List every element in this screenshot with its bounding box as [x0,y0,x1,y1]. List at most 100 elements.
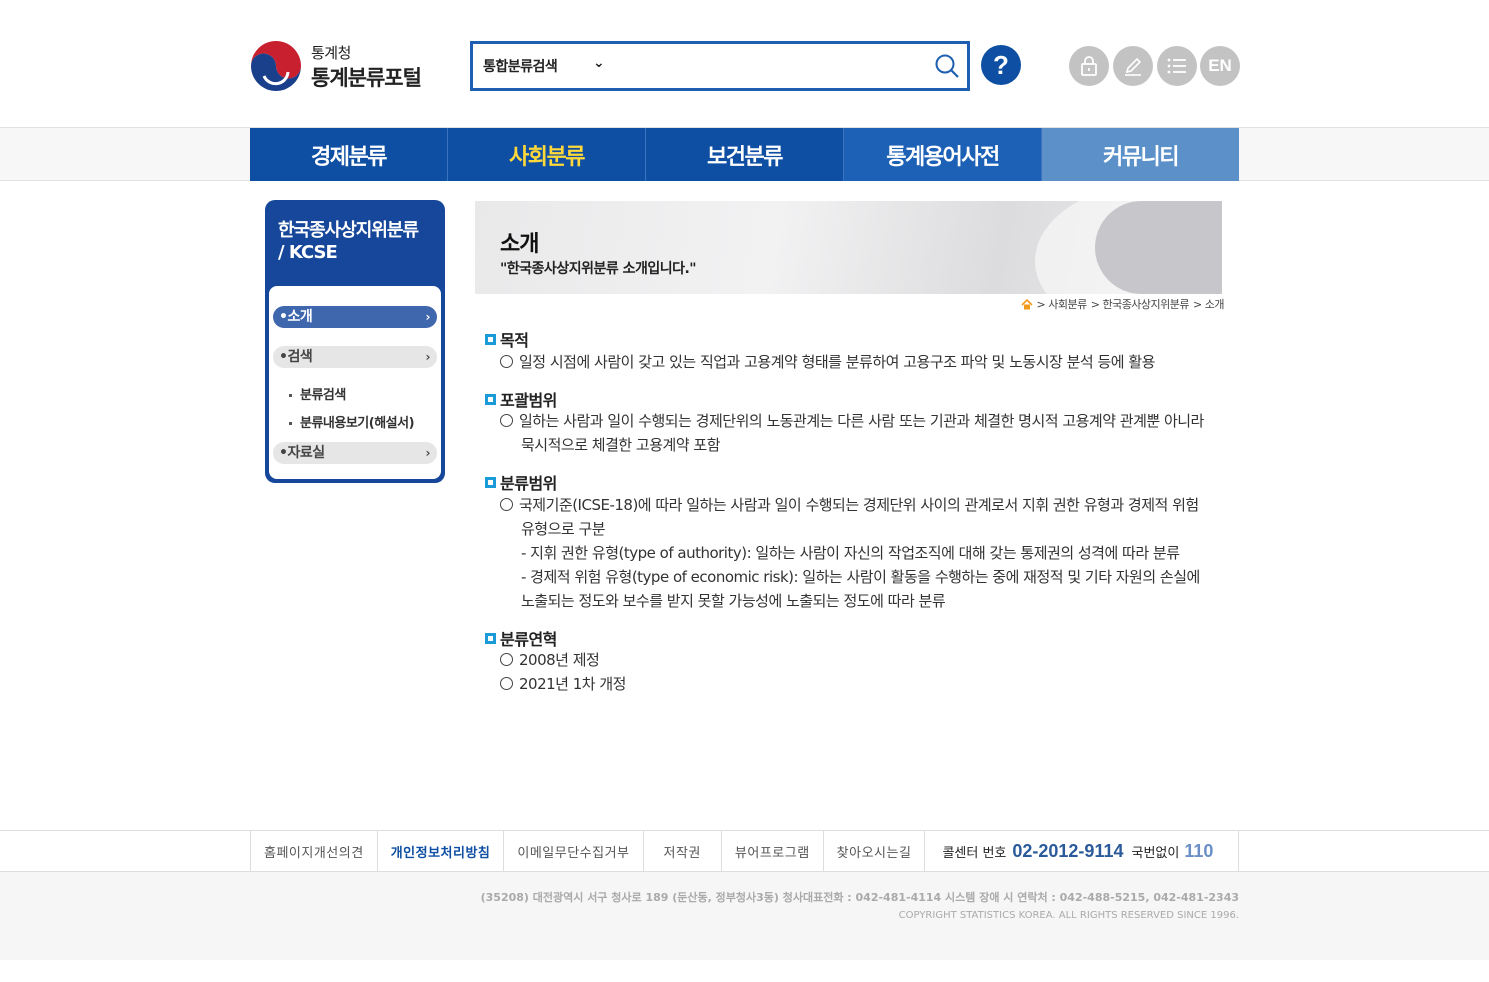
section-heading-text: 포괄범위 [500,391,557,410]
footer-link-directions[interactable]: 찾아오시는길 [822,830,925,872]
header: 통계청 통계분류포털 통합분류검색 ⌄ ? EN [0,0,1489,128]
logo-subtitle: 통계청 [311,44,351,62]
breadcrumb: > 사회분류 > 한국종사상지위분류 > 소개 [1020,296,1224,312]
side-nav-item-label: •검색 [279,349,313,365]
body-line: 2021년 1차 개정 [500,672,1235,696]
body-text: 일정 시점에 사람이 갖고 있는 직업과 고용계약 형태를 분류하여 고용구조 … [519,353,1155,371]
body-line: 유형으로 구분 [521,520,606,538]
nav-social[interactable]: 사회분류 [448,128,646,181]
body-text: 2008년 제정 [519,651,600,669]
nav-economy[interactable]: 경제분류 [250,128,448,181]
footer-link-copyright[interactable]: 저작권 [642,830,721,872]
section-heading: 분류연혁 [485,626,557,650]
callcenter-info: 콜센터 번호 02-2012-9114 국번없이 110 [924,830,1239,872]
search-scope-label: 통합분류검색 [483,59,558,75]
section-heading-text: 분류연혁 [500,630,557,649]
section-bullet-icon [485,476,496,488]
section-heading-text: 목적 [500,331,529,350]
circle-bullet-icon [500,677,513,690]
section-body: 2008년 제정 2021년 1차 개정 [500,648,1235,696]
body-text: 일하는 사람과 일이 수행되는 경제단위의 노동관계는 다른 사람 또는 기관과… [519,412,1204,430]
body-line: 일정 시점에 사람이 갖고 있는 직업과 고용계약 형태를 분류하여 고용구조 … [500,350,1235,374]
logo[interactable]: 통계청 통계분류포털 [250,38,440,94]
help-button[interactable]: ? [981,45,1021,85]
footer-address: (35208) 대전광역시 서구 청사로 189 (둔산동, 정부청사3동) 청… [480,891,1239,904]
pencil-icon [1125,57,1142,76]
body-line: 국제기준(ICSE-18)에 따라 일하는 사람과 일이 수행되는 경제단위 사… [500,493,1235,517]
footer-link-privacy[interactable]: 개인정보처리방침 [376,830,504,872]
body-text: 국제기준(ICSE-18)에 따라 일하는 사람과 일이 수행되는 경제단위 사… [519,496,1199,514]
body-line: - 지휘 권한 유형(type of authority): 일하는 사람이 자… [521,544,1180,562]
section-heading-text: 분류범위 [500,474,557,493]
page-title: 소개 [500,232,539,257]
callcenter-number2: 110 [1184,840,1214,861]
section-heading: 목적 [485,327,529,351]
side-nav-item-intro[interactable]: •소개 › [273,306,437,328]
section-body: 일하는 사람과 일이 수행되는 경제단위의 노동관계는 다른 사람 또는 기관과… [500,409,1235,457]
callcenter-label: 콜센터 번호 [942,845,1007,861]
search-box: 통합분류검색 ⌄ [470,41,970,91]
home-icon[interactable] [1020,298,1033,310]
logo-title: 통계분류포털 [311,66,422,90]
breadcrumb-item[interactable]: > 한국종사상지위분류 [1091,296,1190,312]
lock-icon [1081,56,1097,76]
chevron-right-icon: › [425,310,431,324]
login-button[interactable] [1069,46,1109,86]
circle-bullet-icon [500,414,513,427]
search-input[interactable] [623,52,923,80]
side-nav-title-line2: / KCSE [278,242,338,263]
side-nav-sub-classification-search[interactable]: 분류검색 [289,384,346,403]
side-nav-item-search[interactable]: •검색 › [273,346,437,368]
section-bullet-icon [485,632,496,644]
footer-links: 홈페이지개선의견 개인정보처리방침 이메일무단수집거부 저작권 뷰어프로그램 찾… [250,830,1239,872]
breadcrumb-item: > 소개 [1193,298,1224,311]
side-nav-menu: •소개 › •검색 › 분류검색 분류내용보기(해설서) •자료실 › [269,286,441,479]
chevron-right-icon: › [425,446,431,460]
chevron-right-icon: › [425,350,431,364]
government-logo-icon [251,41,301,91]
circle-bullet-icon [500,498,513,511]
side-nav-item-label: •자료실 [279,445,325,461]
nav-community[interactable]: 커뮤니티 [1042,128,1239,181]
search-icon[interactable] [933,52,961,80]
nav-health[interactable]: 보건분류 [646,128,844,181]
section-body: 국제기준(ICSE-18)에 따라 일하는 사람과 일이 수행되는 경제단위 사… [500,493,1235,613]
sitemap-button[interactable] [1157,46,1197,86]
section-heading: 포괄범위 [485,387,557,411]
square-bullet-icon [289,422,292,425]
signup-button[interactable] [1113,46,1153,86]
side-nav-title: 한국종사상지위분류 / KCSE [278,220,419,264]
body-line: - 경제적 위험 유형(type of economic risk): 일하는 … [521,568,1200,586]
main-nav: 경제분류 사회분류 보건분류 통계용어사전 커뮤니티 [250,128,1239,181]
search-scope-select[interactable]: 통합분류검색 ⌄ [483,55,605,76]
circle-bullet-icon [500,653,513,666]
footer-link-email-policy[interactable]: 이메일무단수집거부 [503,830,642,872]
section-bullet-icon [485,393,496,405]
page-banner: 소개 "한국종사상지위분류 소개입니다." [475,201,1222,294]
side-nav-sub-commentary[interactable]: 분류내용보기(해설서) [289,412,415,431]
section-heading: 분류범위 [485,470,557,494]
body-line: 노출되는 정도와 보수를 받지 못할 가능성에 노출되는 정도에 따라 분류 [521,592,946,610]
circle-bullet-icon [500,355,513,368]
side-nav-title-line1: 한국종사상지위분류 [278,220,419,241]
footer-info: (35208) 대전광역시 서구 청사로 189 (둔산동, 정부청사3동) 청… [0,872,1489,960]
section-body: 일정 시점에 사람이 갖고 있는 직업과 고용계약 형태를 분류하여 고용구조 … [500,350,1235,374]
square-bullet-icon [289,394,292,397]
breadcrumb-item[interactable]: > 사회분류 [1037,296,1088,312]
side-nav-sub-label: 분류내용보기(해설서) [300,416,415,431]
footer-link-viewer[interactable]: 뷰어프로그램 [720,830,823,872]
page-description: "한국종사상지위분류 소개입니다." [500,261,697,277]
body-line: 일하는 사람과 일이 수행되는 경제단위의 노동관계는 다른 사람 또는 기관과… [500,409,1235,433]
body-line: 2008년 제정 [500,648,1235,672]
list-icon [1167,58,1186,74]
nav-glossary[interactable]: 통계용어사전 [844,128,1042,181]
chevron-down-icon: ⌄ [593,55,605,71]
footer-link-feedback[interactable]: 홈페이지개선의견 [250,830,377,872]
english-button[interactable]: EN [1200,46,1240,86]
footer-copyright: COPYRIGHT STATISTICS KOREA. ALL RIGHTS R… [898,910,1239,921]
body-text: 2021년 1차 개정 [519,675,626,693]
side-nav-item-resources[interactable]: •자료실 › [273,442,437,464]
body-line: 묵시적으로 체결한 고용계약 포함 [521,436,721,454]
side-nav-sub-label: 분류검색 [300,388,346,403]
banner-decoration [1095,201,1222,294]
